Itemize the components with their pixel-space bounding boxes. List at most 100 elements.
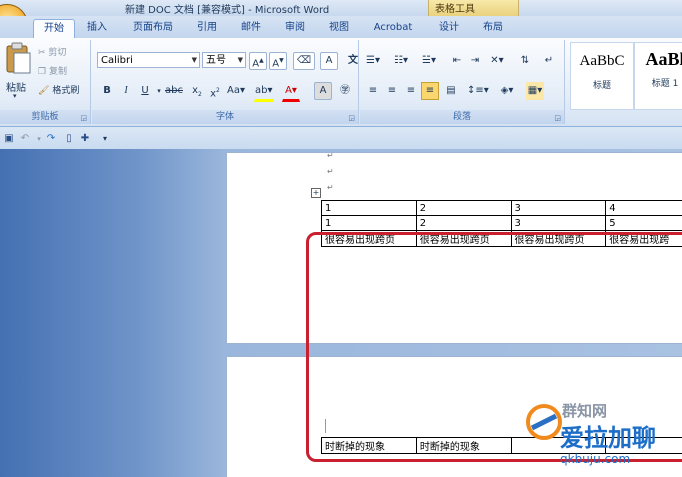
style-name: 标题 — [592, 81, 611, 91]
superscript-button[interactable]: x2 — [206, 82, 224, 100]
table-cell[interactable]: 5 — [605, 215, 682, 231]
dialog-launcher-icon[interactable]: ◲ — [80, 114, 87, 122]
table-cell[interactable]: 1 — [321, 200, 417, 216]
context-group-title: 表格工具 — [435, 4, 475, 15]
table-cell[interactable]: 2 — [415, 215, 512, 231]
style-name: 标题 1 — [651, 79, 679, 89]
table-cell[interactable]: 很容易出现跨页 — [510, 230, 607, 247]
brush-icon: 🖌 — [38, 86, 50, 96]
table-cell[interactable]: 4 — [605, 200, 682, 216]
copy-label: 复制 — [48, 67, 67, 77]
font-group: Calibri ▼ 五号 ▼ A▲ A▼ ⌫ A 文 B I U ▾ abc x… — [92, 40, 359, 124]
tab-insert[interactable]: 插入 — [80, 19, 114, 38]
bold-button[interactable]: B — [98, 82, 116, 100]
paragraph-mark-icon: ↵ — [327, 183, 334, 192]
text-cursor — [325, 419, 326, 433]
table-cell[interactable]: 2 — [415, 200, 512, 216]
draw-table-icon[interactable]: ✚ — [76, 130, 94, 148]
customize-toolbar-icon[interactable]: ▾ — [96, 130, 114, 148]
watermark-brand: 爱拉加聊 — [560, 424, 656, 452]
copy-button[interactable]: ❐ 复制 — [38, 64, 67, 77]
enclose-characters-icon[interactable]: ㊫ — [336, 82, 354, 100]
character-shading-button[interactable]: A — [314, 82, 332, 100]
cut-label: 剪切 — [48, 48, 67, 58]
italic-button[interactable]: I — [117, 82, 135, 100]
numbering-icon[interactable]: ☷▾ — [392, 52, 410, 70]
tab-layout[interactable]: 布局 — [476, 19, 510, 38]
redo-icon[interactable]: ↷ — [42, 130, 60, 148]
site-watermark: 群知网 爱拉加聊 qkbuju.com — [520, 400, 682, 477]
chinese-layout-icon[interactable]: ✕▾ — [488, 52, 506, 70]
show-hide-marks-icon[interactable]: ↵ — [540, 52, 558, 70]
ribbon: 粘贴 ▾ ✂ 剪切 ❐ 复制 🖌 格式刷 剪贴板 ◲ Calibri ▼ 五号 … — [0, 38, 682, 127]
table-move-handle-icon[interactable]: + — [311, 188, 321, 198]
clipboard-group-label: 剪贴板 — [0, 110, 90, 124]
cut-button[interactable]: ✂ 剪切 — [38, 45, 66, 58]
table-cell[interactable]: 时断掉的现象 — [415, 437, 512, 454]
chevron-down-icon: ▾ — [13, 92, 17, 100]
font-group-label: 字体 — [92, 110, 358, 124]
style-title[interactable]: AaBbC 标题 — [570, 42, 634, 110]
table-cell[interactable]: 1 — [321, 215, 417, 231]
decrease-indent-icon[interactable]: ⇤ — [448, 52, 466, 70]
align-left-icon[interactable]: ≡ — [364, 82, 382, 100]
table-cell[interactable]: 3 — [510, 215, 607, 231]
font-size-combo[interactable]: 五号 ▼ — [202, 52, 246, 68]
table-cell[interactable]: 很容易出现跨页 — [415, 230, 512, 247]
grow-font-button[interactable]: A▲ — [249, 52, 267, 70]
distributed-icon[interactable]: ▤ — [442, 82, 460, 100]
tab-home[interactable]: 开始 — [33, 19, 75, 39]
shrink-font-button[interactable]: A▼ — [269, 52, 287, 70]
document-table-1[interactable]: 1 2 3 4 1 2 3 5 很容易出现跨页 很容易出现跨页 很容易出现跨页 … — [321, 200, 682, 247]
tab-mailings[interactable]: 邮件 — [234, 19, 268, 38]
table-cell[interactable]: 很容易出现跨页 — [321, 230, 417, 247]
paragraph-group-label: 段落 — [360, 110, 564, 124]
font-color-button[interactable]: A▾ — [282, 82, 300, 102]
tab-references[interactable]: 引用 — [190, 19, 224, 38]
tab-review[interactable]: 审阅 — [278, 19, 312, 38]
sort-icon[interactable]: ⇅ — [516, 52, 534, 70]
table-cell[interactable]: 时断掉的现象 — [321, 437, 417, 454]
align-center-icon[interactable]: ≡ — [383, 82, 401, 100]
quick-access-toolbar: ▣ ↶ ▾ ↷ ▯ ✚ ▾ — [0, 127, 682, 149]
paste-button[interactable]: 粘贴 ▾ — [3, 42, 33, 100]
format-painter-button[interactable]: 🖌 格式刷 — [38, 83, 79, 96]
shading-bucket-icon[interactable]: ◈▾ — [498, 82, 516, 100]
tab-acrobat[interactable]: Acrobat — [368, 19, 418, 38]
increase-indent-icon[interactable]: ⇥ — [466, 52, 484, 70]
justify-icon[interactable]: ≡ — [421, 82, 439, 100]
dialog-launcher-icon[interactable]: ◲ — [554, 114, 561, 122]
window-title: 新建 DOC 文档 [兼容模式] - Microsoft Word — [125, 5, 330, 16]
paragraph-group: ☰▾ ☷▾ ☱▾ ⇤ ⇥ ✕▾ ⇅ ↵ ≡ ≡ ≡ ≡ ▤ ↕≡▾ ◈▾ ▦▾ … — [360, 40, 565, 124]
tab-view[interactable]: 视图 — [322, 19, 356, 38]
dialog-launcher-icon[interactable]: ◲ — [348, 114, 355, 122]
paste-icon — [6, 42, 31, 74]
watermark-site: qkbuju.com — [560, 452, 631, 466]
borders-icon[interactable]: ▦▾ — [526, 82, 544, 100]
scissors-icon: ✂ — [38, 48, 46, 58]
font-name-value: Calibri — [101, 55, 133, 66]
tab-page-layout[interactable]: 页面布局 — [126, 19, 180, 38]
line-spacing-icon[interactable]: ↕≡▾ — [466, 82, 490, 100]
document-page-1[interactable]: ↵ ↵ ↵ + — [227, 151, 682, 343]
style-sample: AaBl — [645, 49, 682, 69]
table-cell[interactable]: 很容易出现跨 — [605, 230, 682, 247]
clear-formatting-icon[interactable]: ⌫ — [293, 52, 315, 70]
bullets-icon[interactable]: ☰▾ — [364, 52, 382, 70]
character-border-button[interactable]: A — [320, 52, 338, 70]
table-row: 1 2 3 4 — [321, 200, 682, 216]
strikethrough-button[interactable]: abc — [164, 82, 184, 100]
font-name-combo[interactable]: Calibri ▼ — [97, 52, 200, 68]
clipboard-group: 粘贴 ▾ ✂ 剪切 ❐ 复制 🖌 格式刷 剪贴板 ◲ — [0, 40, 91, 124]
highlight-pen-icon[interactable]: ab▾ — [254, 82, 274, 102]
change-case-button[interactable]: Aa▾ — [226, 82, 246, 100]
multilevel-list-icon[interactable]: ☱▾ — [420, 52, 438, 70]
align-right-icon[interactable]: ≡ — [402, 82, 420, 100]
tab-design[interactable]: 设计 — [432, 19, 466, 38]
table-cell[interactable]: 3 — [510, 200, 607, 216]
chevron-down-icon: ▼ — [191, 56, 197, 64]
title-bar: 新建 DOC 文档 [兼容模式] - Microsoft Word 表格工具 — [0, 0, 682, 46]
subscript-button[interactable]: x2 — [188, 82, 206, 100]
table-tools-context-group: 表格工具 — [428, 0, 519, 17]
style-heading-1[interactable]: AaBl 标题 1 — [634, 42, 682, 110]
